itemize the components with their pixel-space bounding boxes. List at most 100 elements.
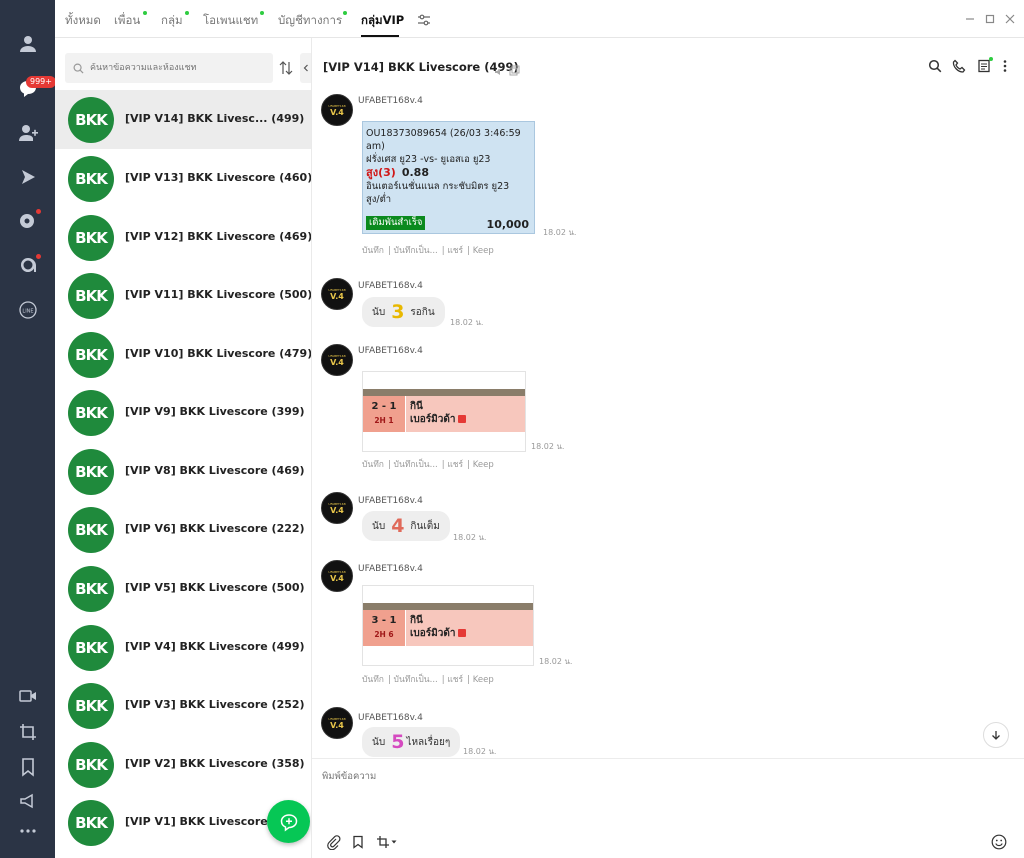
left-nav-rail: 999+ LINE: [0, 0, 56, 858]
tab-groups[interactable]: กลุ่ม: [161, 12, 183, 30]
group-avatar: BKK: [68, 449, 114, 495]
line-nav-button[interactable]: LINE: [0, 290, 55, 330]
message-prefix: นับ: [372, 520, 386, 532]
crop-nav-button[interactable]: [0, 712, 55, 752]
save-action[interactable]: บันทึก: [362, 460, 384, 470]
chat-list-item[interactable]: BKK [VIP V13] BKK Livescore (460): [55, 149, 312, 208]
line-app-window: 999+ LINE ทั้งหมด เพื่อน กลุ่ม โอเพนแชท …: [0, 0, 1024, 858]
message-input[interactable]: [322, 769, 1002, 819]
sender-avatar[interactable]: UFABET168 V.4: [321, 344, 353, 376]
screenshot-options-button[interactable]: [389, 834, 399, 850]
chat-list-item[interactable]: BKK [VIP V5] BKK Livescore (500): [55, 559, 311, 618]
avatar-text: V.4: [330, 720, 344, 730]
share-action[interactable]: แชร์: [447, 246, 463, 256]
sort-icon: [279, 61, 293, 75]
more-options-button[interactable]: [997, 58, 1013, 74]
arrow-down-icon: [992, 731, 1000, 740]
sender-avatar[interactable]: UFABET168 V.4: [321, 560, 353, 592]
chat-list-item[interactable]: BKK [VIP V9] BKK Livescore (399): [55, 383, 311, 442]
sender-avatar[interactable]: UFABET168 V.4: [321, 94, 353, 126]
tab-settings-button[interactable]: [417, 12, 431, 26]
score-value: 2 - 1: [371, 401, 397, 412]
keep-action[interactable]: Keep: [473, 460, 494, 470]
popout-icon: [509, 65, 520, 76]
maximize-button[interactable]: [983, 12, 997, 26]
chat-list-item[interactable]: BKK [VIP V11] BKK Livescore (500): [55, 266, 312, 325]
chat-list-item[interactable]: BKK [VIP V14] BKK Livesc... (499): [55, 90, 311, 149]
keep-action[interactable]: Keep: [473, 675, 494, 685]
play-icon: [21, 170, 35, 184]
sender-avatar[interactable]: UFABET168 V.4: [321, 278, 353, 310]
chat-list-item[interactable]: BKK [VIP V8] BKK Livescore (469): [55, 442, 311, 501]
save-as-action[interactable]: บันทึกเป็น...: [394, 460, 438, 470]
score-image[interactable]: 2 - 1 2H 1 กินี เบอร์มิวด้า: [362, 371, 526, 452]
message-time: 18.02 น.: [543, 228, 577, 237]
call-button[interactable]: [951, 58, 967, 74]
chat-name: [VIP V6] BKK Livescore (222): [125, 522, 305, 535]
message-bubble[interactable]: นับ 3 รอกิน: [362, 297, 445, 327]
new-chat-button[interactable]: [267, 800, 310, 843]
search-chat-button[interactable]: [927, 58, 943, 74]
paperclip-icon: [326, 834, 340, 850]
scroll-to-bottom-button[interactable]: [983, 722, 1009, 748]
tab-official[interactable]: บัญชีทางการ: [278, 12, 342, 30]
group-avatar: BKK: [68, 742, 114, 788]
bet-ticket-time: am): [366, 141, 385, 152]
message-bubble[interactable]: นับ 5 ไหลเรื่อยๆ: [362, 727, 461, 757]
sender-name: UFABET168v.4: [358, 346, 423, 356]
save-as-action[interactable]: บันทึกเป็น...: [394, 246, 438, 256]
chat-name: [VIP V11] BKK Livescore (500): [125, 288, 312, 301]
tab-openchat[interactable]: โอเพนแชท: [203, 12, 258, 30]
bookmark-icon: [353, 835, 363, 849]
close-button[interactable]: [1003, 12, 1017, 26]
chat-name: [VIP V13] BKK Livescore (460): [125, 171, 312, 184]
save-action[interactable]: บันทึก: [362, 675, 384, 685]
video-call-nav-button[interactable]: [0, 676, 55, 716]
chat-list-item[interactable]: BKK [VIP V6] BKK Livescore (222): [55, 500, 311, 559]
chat-list-item[interactable]: BKK [VIP V3] BKK Livescore (252): [55, 676, 311, 735]
chats-nav-button[interactable]: [0, 68, 55, 108]
openchat-nav-button[interactable]: [0, 245, 55, 285]
search-icon: [73, 63, 84, 74]
search-icon: [928, 59, 942, 73]
tab-vip-group[interactable]: กลุ่มVIP: [361, 12, 404, 30]
home-team: กินี: [410, 401, 423, 412]
chat-list-item[interactable]: BKK [VIP V2] BKK Livescore (358): [55, 735, 311, 794]
chat-list-item[interactable]: BKK [VIP V10] BKK Livescore (479): [55, 325, 311, 384]
score-image[interactable]: 3 - 1 2H 6 กินี เบอร์มิวด้า: [362, 585, 534, 666]
more-nav-button[interactable]: [0, 811, 55, 851]
timeline-nav-button[interactable]: [0, 200, 55, 240]
sort-button[interactable]: [278, 60, 294, 76]
save-as-action[interactable]: บันทึกเป็น...: [394, 675, 438, 685]
collapse-list-button[interactable]: [300, 53, 311, 83]
share-action[interactable]: แชร์: [447, 460, 463, 470]
keep-action[interactable]: Keep: [473, 246, 494, 256]
avatar-logo-text: BKK: [75, 111, 108, 129]
share-action[interactable]: แชร์: [447, 675, 463, 685]
attach-button[interactable]: [325, 834, 341, 850]
chat-list-item[interactable]: BKK [VIP V4] BKK Livescore (499): [55, 618, 311, 677]
sender-avatar[interactable]: UFABET168 V.4: [321, 492, 353, 524]
voom-nav-button[interactable]: [0, 157, 55, 197]
friends-nav-button[interactable]: [0, 24, 55, 64]
add-friend-nav-button[interactable]: [0, 113, 55, 153]
mute-indicator: [494, 62, 504, 81]
count-number: 5: [391, 731, 405, 753]
keep-button[interactable]: [350, 834, 366, 850]
message-bubble[interactable]: นับ 4 กินเต็ม: [362, 511, 450, 541]
bet-slip-image[interactable]: OU18373089654 (26/03 3:46:59 am) ฝรั่งเศ…: [362, 121, 535, 234]
minimize-icon: [966, 18, 974, 20]
score-row: 3 - 1 2H 6 กินี เบอร์มิวด้า: [363, 610, 533, 646]
popout-button[interactable]: [509, 61, 520, 80]
chat-list-item[interactable]: BKK [VIP V12] BKK Livescore (469): [55, 208, 311, 267]
minimize-button[interactable]: [963, 12, 977, 26]
search-box[interactable]: [65, 53, 273, 83]
bet-amount: 10,000: [486, 218, 529, 231]
tab-friends[interactable]: เพื่อน: [114, 12, 140, 30]
sender-avatar[interactable]: UFABET168 V.4: [321, 707, 353, 739]
score-row: 2 - 1 2H 1 กินี เบอร์มิวด้า: [363, 396, 525, 432]
emoji-button[interactable]: [991, 834, 1007, 850]
tab-all[interactable]: ทั้งหมด: [65, 12, 101, 30]
save-action[interactable]: บันทึก: [362, 246, 384, 256]
search-input[interactable]: [90, 63, 270, 73]
